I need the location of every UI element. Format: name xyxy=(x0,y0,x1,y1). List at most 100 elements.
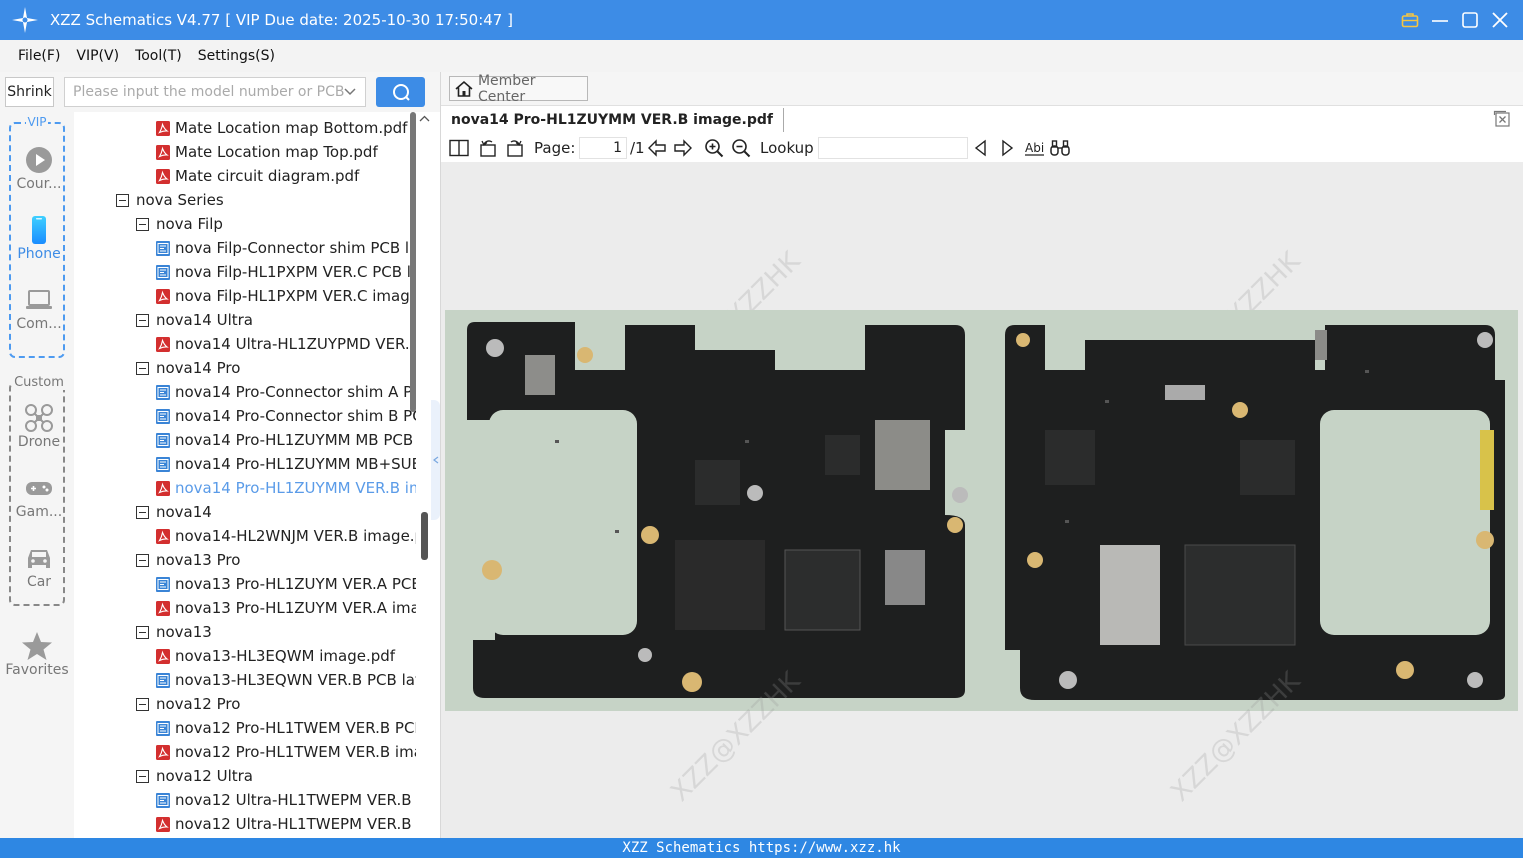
collapse-toggle-icon[interactable] xyxy=(136,217,149,231)
menu-file[interactable]: File(F) xyxy=(10,48,68,64)
close-button[interactable] xyxy=(1491,11,1509,29)
pdf-file-icon xyxy=(156,144,170,160)
zoom-out-icon[interactable] xyxy=(731,138,751,158)
tree-folder[interactable]: nova12 Ultra xyxy=(136,764,253,788)
tree-folder[interactable]: nova14 Ultra xyxy=(136,308,253,332)
tree-file[interactable]: nova13-HL3EQWM image.pdf xyxy=(156,644,395,668)
shrink-button[interactable]: Shrink xyxy=(5,77,54,107)
tree-folder[interactable]: nova12 Pro xyxy=(136,692,240,716)
rotate-left-icon[interactable] xyxy=(478,138,498,158)
window-title: XZZ Schematics V4.77 [ VIP Due date: 202… xyxy=(50,11,513,29)
chevron-left-icon[interactable] xyxy=(433,456,439,464)
binoculars-icon[interactable] xyxy=(1049,138,1071,158)
menu-vip[interactable]: VIP(V) xyxy=(68,48,127,64)
find-previous-icon[interactable] xyxy=(973,138,989,158)
tree-file[interactable]: nova13-HL3EQWN VER.B PCB layer xyxy=(156,668,416,692)
tree-item-label: nova12 Ultra xyxy=(156,767,253,785)
tree-file[interactable]: nova Filp-HL1PXPM VER.C image.pdf xyxy=(156,284,416,308)
collapse-toggle-icon[interactable] xyxy=(136,697,149,711)
category-games[interactable]: Gam... xyxy=(11,472,67,520)
svg-text:Abi: Abi xyxy=(1025,141,1044,155)
search-input[interactable]: Please input the model number or PCB xyxy=(64,77,366,107)
tree-file[interactable]: nova14 Pro-HL1ZUYMM MB+SUB xyxy=(156,452,416,476)
collapse-toggle-icon[interactable] xyxy=(136,505,149,519)
lookup-input[interactable] xyxy=(818,137,968,159)
custom-group-label: Custom xyxy=(12,375,66,390)
sidebar-toggle-icon[interactable] xyxy=(449,138,469,158)
tree-file[interactable]: nova13 Pro-HL1ZUYM VER.A image.pdf xyxy=(156,596,416,620)
prev-page-icon[interactable] xyxy=(647,138,667,158)
tree-file[interactable]: nova Filp-HL1PXPM VER.C PCB layer xyxy=(156,260,416,284)
zoom-in-icon[interactable] xyxy=(704,138,724,158)
close-tab-icon[interactable] xyxy=(1493,110,1511,128)
rotate-right-icon[interactable] xyxy=(505,138,525,158)
pdf-file-icon xyxy=(156,288,170,304)
briefcase-icon[interactable] xyxy=(1401,11,1419,29)
tree-scrollbar-left[interactable] xyxy=(408,112,418,838)
document-viewer[interactable]: XZZ@XZZHK XZZ@XZZHK xyxy=(441,162,1523,838)
page-number-input[interactable]: 1 xyxy=(579,137,627,159)
minimize-button[interactable] xyxy=(1431,11,1449,29)
menu-tool[interactable]: Tool(T) xyxy=(127,48,190,64)
tree-folder[interactable]: nova14 Pro xyxy=(136,356,240,380)
scroll-up-icon[interactable] xyxy=(419,114,430,124)
menu-settings[interactable]: Settings(S) xyxy=(190,48,283,64)
next-page-icon[interactable] xyxy=(673,138,693,158)
search-button[interactable] xyxy=(376,77,425,107)
tree-file[interactable]: nova14 Pro-Connector shim A PCB xyxy=(156,380,416,404)
tree-item-label: nova Filp-HL1PXPM VER.C PCB layer xyxy=(175,263,416,281)
tree-folder[interactable]: nova Filp xyxy=(136,212,223,236)
category-courses[interactable]: Cour... xyxy=(11,144,67,192)
document-tab-row: nova14 Pro-HL1ZUYMM VER.B image.pdf xyxy=(441,106,1523,134)
tree-file[interactable]: Mate Location map Top.pdf xyxy=(156,140,378,164)
match-case-icon[interactable]: Abi xyxy=(1024,138,1046,158)
tree-file[interactable]: Mate circuit diagram.pdf xyxy=(156,164,359,188)
find-next-icon[interactable] xyxy=(999,138,1015,158)
collapse-toggle-icon[interactable] xyxy=(136,769,149,783)
tree-file[interactable]: nova12 Ultra-HL1TWEPM VER.B PCB layer xyxy=(156,788,416,812)
tree-file[interactable]: nova12 Pro-HL1TWEM VER.B image.pdf xyxy=(156,740,416,764)
panel-splitter[interactable] xyxy=(431,400,440,520)
tree-scrollbar[interactable] xyxy=(418,112,431,838)
tree-file[interactable]: nova Filp-Connector shim PCB layer xyxy=(156,236,416,260)
page-total: /1 xyxy=(630,139,645,157)
category-car[interactable]: Car xyxy=(11,542,67,590)
scrollbar-thumb[interactable] xyxy=(421,512,428,560)
tree-file[interactable]: nova14-HL2WNJM VER.B image.pdf xyxy=(156,524,416,548)
category-computer[interactable]: Com... xyxy=(11,284,67,332)
collapse-toggle-icon[interactable] xyxy=(136,625,149,639)
laptop-icon xyxy=(26,290,52,309)
chevron-down-icon[interactable] xyxy=(343,85,357,103)
menu-bar: File(F) VIP(V) Tool(T) Settings(S) xyxy=(0,40,1523,72)
pdf-file-icon xyxy=(156,336,170,352)
tree-file[interactable]: Mate Location map Bottom.pdf xyxy=(156,116,407,140)
document-tab[interactable]: nova14 Pro-HL1ZUYMM VER.B image.pdf xyxy=(451,108,784,132)
category-drone[interactable]: Drone xyxy=(11,402,67,450)
collapse-toggle-icon[interactable] xyxy=(136,553,149,567)
tree-item-label: nova14-HL2WNJM VER.B image.pdf xyxy=(175,527,416,545)
favorites-button[interactable]: Favorites xyxy=(0,630,74,678)
tree-file[interactable]: nova12 Ultra-HL1TWEPM VER.B image.pdf xyxy=(156,812,416,836)
member-center-button[interactable]: Member Center xyxy=(449,73,588,105)
tree-item-label: nova14 Ultra-HL1ZUYPMD VER.A image xyxy=(175,335,416,353)
tree-file[interactable]: nova12 Pro-HL1TWEM VER.B PCB layer xyxy=(156,716,416,740)
collapse-toggle-icon[interactable] xyxy=(116,193,129,207)
pcb-file-icon xyxy=(156,384,170,400)
category-phone[interactable]: Phone xyxy=(11,214,67,262)
pcb-file-icon xyxy=(156,432,170,448)
tree-folder[interactable]: nova13 xyxy=(136,620,212,644)
member-row: Member Center xyxy=(441,72,1523,106)
collapse-toggle-icon[interactable] xyxy=(136,313,149,327)
tree-folder[interactable]: nova13 Pro xyxy=(136,548,240,572)
tree-file[interactable]: nova14 Pro-Connector shim B PCB xyxy=(156,404,416,428)
tree-folder[interactable]: nova14 xyxy=(136,500,212,524)
tree-file[interactable]: nova14 Pro-HL1ZUYMM MB PCB layer xyxy=(156,428,416,452)
tree-folder[interactable]: nova Series xyxy=(116,188,224,212)
tree-file[interactable]: nova13 Pro-HL1ZUYM VER.A PCB layer xyxy=(156,572,416,596)
star-icon xyxy=(22,632,52,660)
vip-group: VIP Cour... Phone Com... xyxy=(9,115,67,358)
tree-file[interactable]: nova14 Ultra-HL1ZUYPMD VER.A image xyxy=(156,332,416,356)
tree-file[interactable]: nova14 Pro-HL1ZUYMM VER.B image.pdf xyxy=(156,476,416,500)
collapse-toggle-icon[interactable] xyxy=(136,361,149,375)
maximize-button[interactable] xyxy=(1461,11,1479,29)
